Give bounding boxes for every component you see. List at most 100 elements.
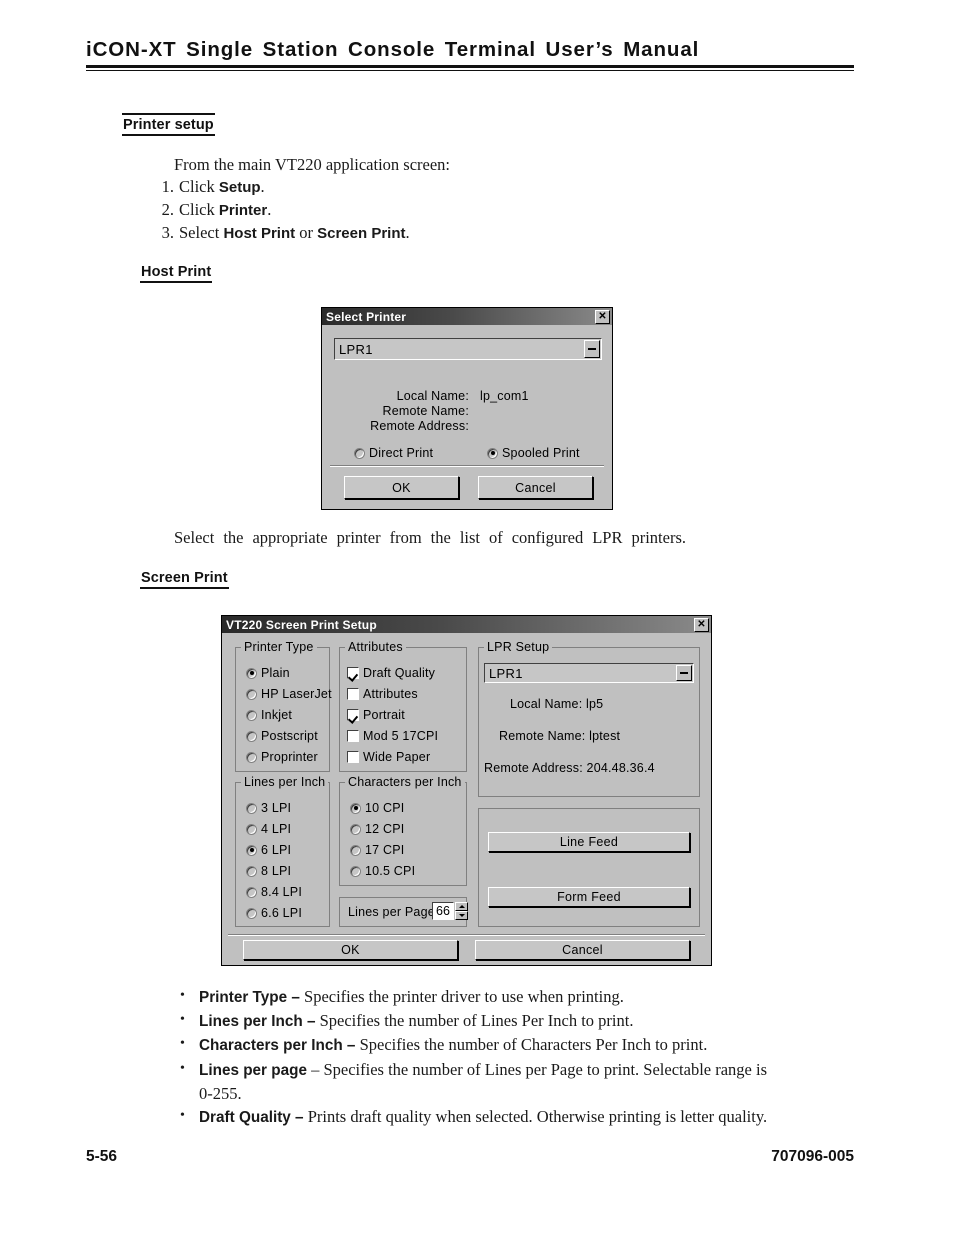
radio-label: Postscript (261, 729, 318, 743)
step-bold-term: Setup (218, 179, 261, 196)
checkbox-wide-paper[interactable]: Wide Paper (347, 750, 430, 764)
radio-label: Plain (261, 666, 290, 680)
radio-lpi-6[interactable]: 6 LPI (246, 843, 291, 857)
checkbox-mod-5-17cpi[interactable]: Mod 5 17CPI (347, 729, 438, 743)
radio-indicator (246, 751, 257, 763)
radio-indicator (246, 823, 257, 835)
group-characters-per-inch-title: Characters per Inch (345, 775, 465, 789)
check-indicator (347, 730, 359, 742)
lpr-select-combobox[interactable]: LPR1 (484, 663, 694, 683)
radio-spooled-print-indicator (487, 447, 498, 459)
step-text: Select (179, 223, 224, 242)
step-number: 1. (161, 177, 174, 196)
step-punct: . (260, 177, 265, 196)
ok-button[interactable]: OK (243, 940, 458, 960)
checkbox-label: Wide Paper (363, 750, 431, 764)
printer-select-combobox[interactable]: LPR1 (334, 338, 602, 360)
close-icon[interactable]: ✕ (595, 309, 610, 324)
definition-term: Characters per Inch – (199, 1037, 356, 1055)
lines-per-page-input[interactable]: 66 (432, 902, 454, 920)
definition-term: Printer Type – (199, 989, 300, 1006)
group-lines-per-inch-title: Lines per Inch (241, 775, 329, 789)
checkbox-attributes[interactable]: Attributes (347, 687, 418, 701)
radio-printer-type-plain[interactable]: Plain (246, 666, 290, 680)
checkbox-draft-quality[interactable]: Draft Quality (347, 666, 435, 680)
checkbox-label: Draft Quality (363, 666, 436, 680)
radio-cpi-10[interactable]: 10 CPI (350, 801, 404, 815)
select-printer-titlebar[interactable]: Select Printer ✕ (322, 308, 612, 325)
cancel-button[interactable]: Cancel (475, 940, 690, 960)
radio-indicator (246, 709, 257, 721)
list-item: Characters per Inch – Specifies the numb… (172, 1032, 772, 1057)
form-feed-button[interactable]: Form Feed (488, 887, 690, 907)
group-feed-buttons (478, 808, 700, 927)
select-printer-title: Select Printer (326, 309, 407, 324)
radio-indicator (246, 667, 257, 679)
screen-print-setup-dialog[interactable]: VT220 Screen Print Setup ✕ Printer Type … (221, 615, 712, 966)
screen-print-titlebar[interactable]: VT220 Screen Print Setup ✕ (222, 616, 711, 633)
printer-select-value: LPR1 (339, 341, 373, 357)
radio-printer-type-proprinter[interactable]: Proprinter (246, 750, 318, 764)
lines-per-page-label: Lines per Page (348, 905, 435, 919)
step-item-1: 1. Click Setup. (152, 176, 410, 199)
chevron-down-icon[interactable] (676, 665, 692, 681)
ok-button[interactable]: OK (344, 476, 459, 499)
definition-list: Printer Type – Specifies the printer dri… (172, 984, 772, 1129)
group-attributes-title: Attributes (345, 640, 406, 654)
lines-per-page-stepper[interactable] (455, 902, 468, 920)
step-bold-term: Host Print (223, 225, 296, 242)
radio-cpi-12[interactable]: 12 CPI (350, 822, 404, 836)
local-name-label: Local Name: (396, 389, 469, 403)
step-number: 3. (161, 223, 174, 242)
check-indicator (347, 688, 359, 700)
radio-printer-type-hp-laserjet[interactable]: HP LaserJet (246, 687, 332, 701)
radio-lpi-4[interactable]: 4 LPI (246, 822, 291, 836)
list-item: Draft Quality – Prints draft quality whe… (172, 1104, 772, 1129)
radio-indicator (350, 823, 361, 835)
step-punct: . (405, 223, 410, 242)
radio-indicator (246, 865, 257, 877)
radio-label: 4 LPI (261, 822, 292, 836)
close-icon[interactable]: ✕ (694, 617, 709, 632)
radio-label: 10 CPI (365, 801, 405, 815)
radio-lpi-6-6[interactable]: 6.6 LPI (246, 906, 302, 920)
radio-printer-type-postscript[interactable]: Postscript (246, 729, 318, 743)
cancel-button[interactable]: Cancel (478, 476, 593, 499)
radio-cpi-10-5[interactable]: 10.5 CPI (350, 864, 415, 878)
heading-printer-setup: Printer setup (122, 113, 215, 136)
stepper-up-icon[interactable] (455, 902, 468, 911)
radio-spooled-print[interactable]: Spooled Print (487, 446, 580, 460)
radio-indicator (246, 730, 257, 742)
checkbox-label: Attributes (363, 687, 418, 701)
step-item-3: 3. Select Host Print or Screen Print. (152, 222, 410, 245)
heading-host-print: Host Print (140, 262, 213, 283)
dialog-divider (330, 465, 604, 467)
line-feed-button[interactable]: Line Feed (488, 832, 690, 852)
radio-label: 3 LPI (261, 801, 292, 815)
step-conjunction: or (295, 223, 318, 242)
printer-setup-intro: From the main VT220 application screen: (174, 155, 451, 174)
radio-cpi-17[interactable]: 17 CPI (350, 843, 404, 857)
step-text: Click (179, 177, 219, 196)
radio-label: 8.4 LPI (261, 885, 303, 899)
radio-indicator (246, 688, 257, 700)
definition-term: Draft Quality – (199, 1109, 304, 1127)
radio-lpi-8[interactable]: 8 LPI (246, 864, 291, 878)
dialog-divider (228, 934, 705, 936)
lpr-remote-address: Remote Address: 204.48.36.4 (484, 761, 655, 775)
stepper-down-icon[interactable] (455, 911, 468, 920)
radio-label: 12 CPI (365, 822, 405, 836)
checkbox-label: Portrait (363, 708, 405, 722)
radio-direct-print[interactable]: Direct Print (354, 446, 433, 460)
radio-direct-print-indicator (354, 447, 365, 459)
list-item: Lines per Inch – Specifies the number of… (172, 1008, 772, 1033)
chevron-down-icon[interactable] (584, 340, 600, 358)
checkbox-portrait[interactable]: Portrait (347, 708, 405, 722)
select-printer-dialog[interactable]: Select Printer ✕ LPR1 Local Name: lp_com… (321, 307, 613, 510)
radio-printer-type-inkjet[interactable]: Inkjet (246, 708, 292, 722)
radio-label: Inkjet (261, 708, 293, 722)
radio-lpi-3[interactable]: 3 LPI (246, 801, 291, 815)
radio-lpi-8-4[interactable]: 8.4 LPI (246, 885, 302, 899)
radio-label: Proprinter (261, 750, 318, 764)
definition-desc: Specifies the printer driver to use when… (299, 987, 624, 1006)
